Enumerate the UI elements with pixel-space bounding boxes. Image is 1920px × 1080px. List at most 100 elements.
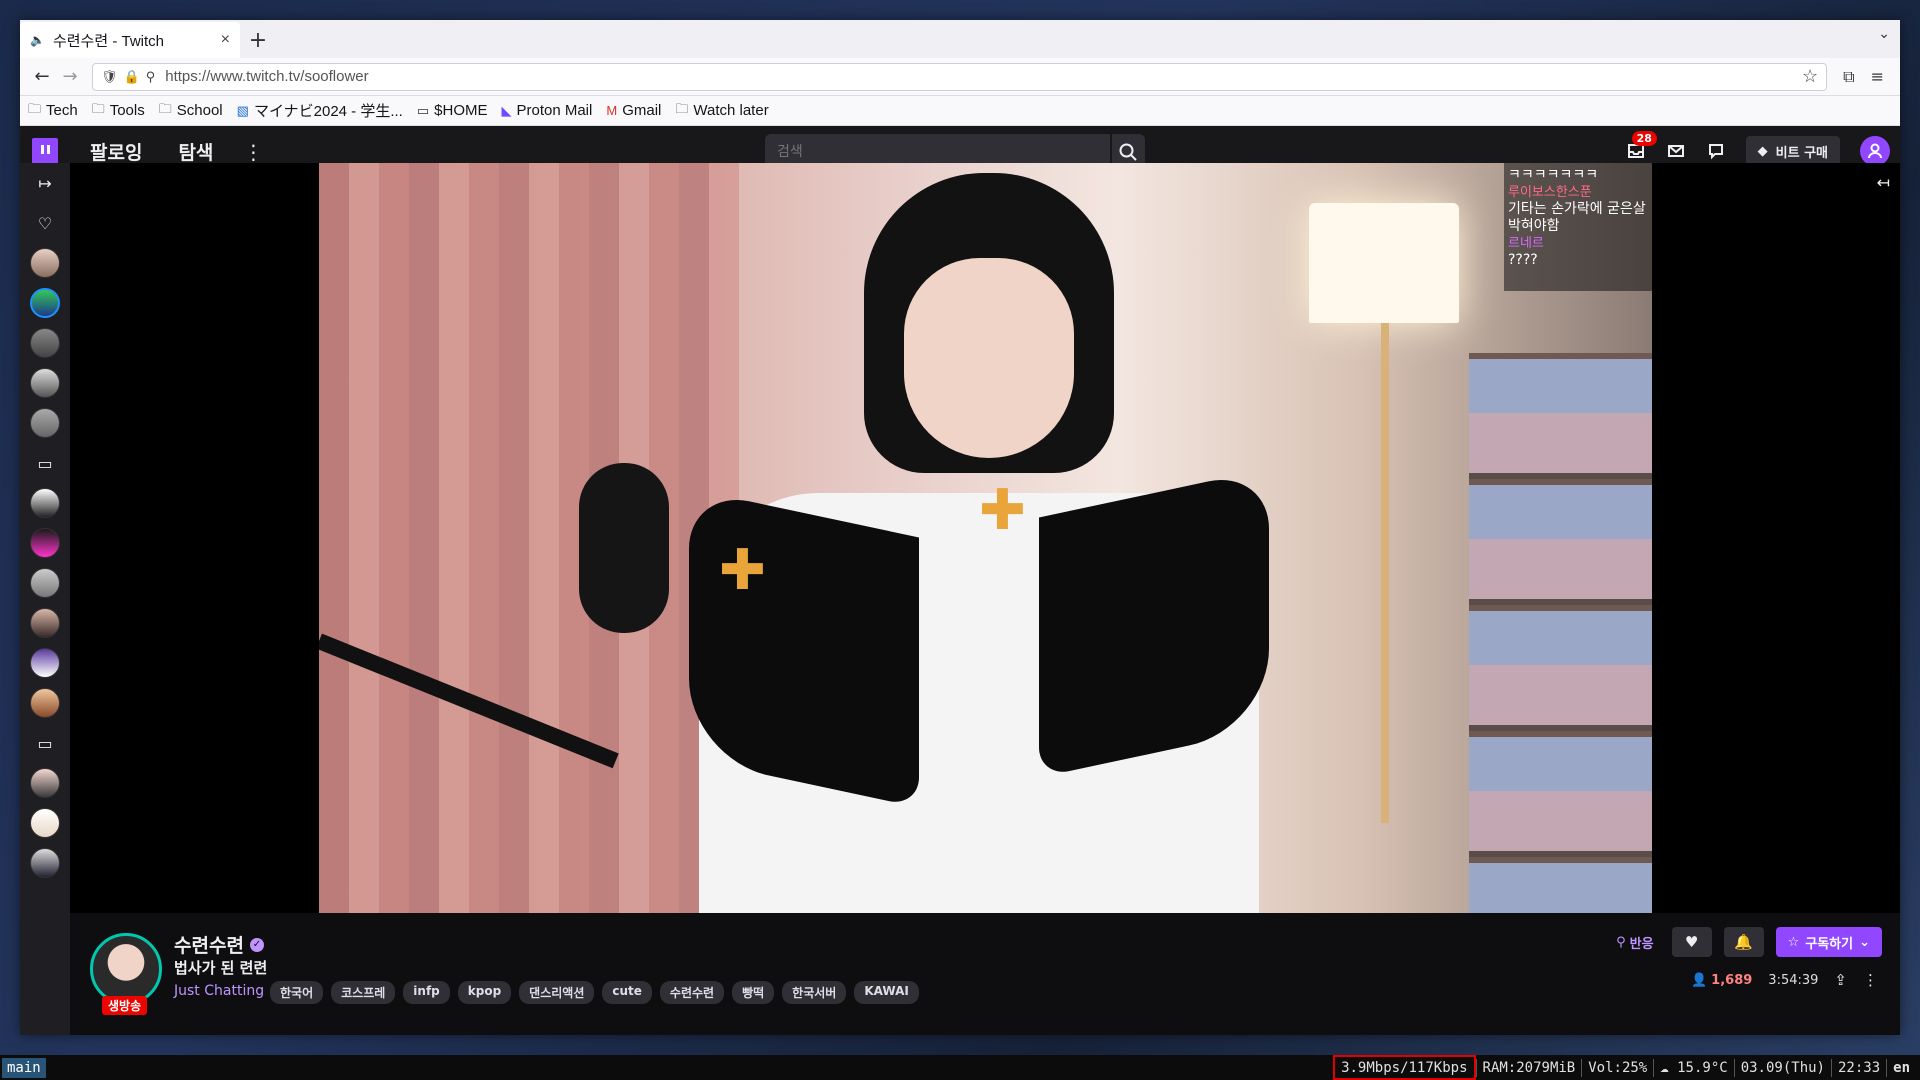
followed-channels-sidebar: ↦ ♡ ▭ ▭ — [20, 163, 70, 1035]
url-text[interactable]: https://www.twitch.tv/sooflower — [165, 68, 1802, 85]
chat-message: ???? — [1508, 252, 1538, 268]
page-icon: ▭ — [416, 102, 430, 118]
channel-avatar[interactable] — [30, 648, 60, 678]
collapse-chat-icon[interactable]: ↤ — [1877, 173, 1890, 192]
bookmark-watch-later[interactable]: 🗀 Watch later — [675, 100, 768, 122]
tag[interactable]: 한국서버 — [782, 981, 847, 1004]
stream-video[interactable]: ✚ ✚ ㅋㅋㅋㅋㅋㅋㅋ 루이보스한스푼 기타는 손가락에 굳은살 박혀야함 르네… — [319, 163, 1652, 913]
stream-category[interactable]: Just Chatting — [174, 983, 264, 999]
network-speed: 3.9Mbps/117Kbps — [1333, 1055, 1476, 1080]
channel-avatar[interactable] — [30, 688, 60, 718]
user-avatar[interactable] — [1860, 136, 1890, 166]
bookmark-tech[interactable]: 🗀 Tech — [28, 100, 78, 122]
extensions-icon[interactable]: ⧉ — [1843, 67, 1854, 87]
tag[interactable]: 빵떡 — [732, 981, 775, 1004]
tag[interactable]: 코스프레 — [331, 981, 396, 1004]
subscribe-button[interactable]: ☆ 구독하기 ⌄ — [1775, 927, 1882, 957]
channel-info-bar: 생방송 수련수련 ✓ 법사가 된 련련 Just Chatting 한국어 코스… — [70, 913, 1900, 1035]
url-bar[interactable]: 🛡 🔒 ⚲ https://www.twitch.tv/sooflower ☆ — [92, 62, 1828, 91]
channel-avatar[interactable] — [30, 848, 60, 878]
user-icon — [1868, 143, 1882, 159]
bookmark-home[interactable]: ▭ $HOME — [417, 102, 488, 119]
menu-icon[interactable]: ≡ — [1871, 67, 1884, 87]
tab-close-button[interactable]: × — [221, 31, 230, 49]
share-icon[interactable]: ⇪ — [1834, 971, 1847, 989]
cloud-icon: ☁ — [1660, 1059, 1678, 1076]
bookmark-tools[interactable]: 🗀 Tools — [92, 100, 145, 122]
more-options-icon[interactable]: ⋮ — [243, 140, 263, 164]
channel-actions: ⚲ 반응 ♥ 🔔 ☆ 구독하기 ⌄ — [1610, 927, 1882, 957]
react-button[interactable]: ⚲ 반응 — [1610, 933, 1659, 952]
workspace-indicator[interactable]: main — [2, 1057, 46, 1078]
tag[interactable]: 수련수련 — [659, 981, 725, 1004]
figure-shelf — [1469, 353, 1652, 913]
channel-avatar[interactable] — [30, 808, 60, 838]
proton-icon: ◣ — [501, 102, 512, 118]
react-label: 반응 — [1629, 936, 1654, 952]
twitch-logo-icon[interactable] — [32, 137, 58, 166]
mynavi-icon: ▧ — [236, 102, 249, 118]
shield-icon[interactable]: 🛡 — [101, 69, 118, 85]
channel-avatar-large[interactable] — [90, 933, 162, 1005]
back-button[interactable]: ← — [28, 66, 56, 87]
permissions-icon[interactable]: ⚲ — [146, 69, 156, 85]
tag[interactable]: cute — [602, 981, 652, 1004]
more-options-icon[interactable]: ⋮ — [1863, 971, 1878, 989]
speaker-icon[interactable]: 🔈 — [30, 33, 45, 47]
tag-list: 한국어 코스프레 infp kpop 댄스리액션 cute 수련수련 빵떡 한국… — [270, 981, 919, 1004]
channel-avatar[interactable] — [30, 768, 60, 798]
bookmark-proton[interactable]: ◣ Proton Mail — [501, 102, 592, 119]
tab-list-icon[interactable]: ⌄ — [1878, 26, 1890, 42]
channel-name[interactable]: 수련수련 — [174, 931, 244, 958]
bookmark-mynavi[interactable]: ▧ マイナビ2024 - 学生... — [237, 100, 403, 121]
clock: 22:33 — [1830, 1058, 1886, 1077]
bookmark-school[interactable]: 🗀 School — [159, 100, 223, 122]
verified-icon: ✓ — [249, 937, 264, 952]
channel-name-row: 수련수련 ✓ — [174, 931, 264, 958]
channel-avatar[interactable] — [30, 568, 60, 598]
viewer-count: 👤 1,689 — [1691, 973, 1752, 988]
chat-overlay: ㅋㅋㅋㅋㅋㅋㅋ 루이보스한스푼 기타는 손가락에 굳은살 박혀야함 르네르 ??… — [1504, 163, 1652, 291]
bookmark-star-icon[interactable]: ☆ — [1802, 66, 1818, 87]
tag[interactable]: 한국어 — [270, 981, 324, 1004]
forward-button[interactable]: → — [56, 66, 84, 87]
channel-avatar[interactable] — [30, 328, 60, 358]
notifications-button[interactable]: 28 — [1626, 131, 1657, 161]
channel-avatar[interactable] — [30, 528, 60, 558]
channel-avatar[interactable] — [30, 608, 60, 638]
tag[interactable]: kpop — [457, 981, 512, 1004]
browser-window: 🔈 수련수련 - Twitch × + ⌄ ← → 🛡 🔒 ⚲ https://… — [20, 20, 1900, 1035]
background-curtain — [319, 163, 739, 913]
bookmark-label: Tech — [46, 102, 78, 119]
notification-bell-button[interactable]: 🔔 — [1723, 927, 1764, 957]
new-tab-button[interactable]: + — [240, 22, 276, 58]
lock-icon[interactable]: 🔒 — [124, 69, 140, 85]
date: 03.09(Thu) — [1733, 1058, 1831, 1077]
activity-button[interactable] — [1706, 141, 1726, 161]
expand-sidebar-icon[interactable]: ↦ — [38, 163, 51, 203]
whispers-button[interactable] — [1666, 141, 1686, 161]
channel-avatar[interactable] — [30, 408, 60, 438]
weather: ☁ 15.9°C — [1653, 1058, 1733, 1077]
channel-avatar[interactable] — [30, 368, 60, 398]
bell-icon: 🔔 — [1734, 933, 1753, 951]
channel-avatar[interactable] — [30, 488, 60, 518]
live-badge: 생방송 — [102, 996, 148, 1015]
stream-stats: 👤 1,689 3:54:39 ⇪ ⋮ — [1691, 971, 1878, 989]
folder-icon: 🗀 — [28, 100, 42, 116]
browser-tab[interactable]: 🔈 수련수련 - Twitch × — [20, 22, 240, 58]
tag[interactable]: 댄스리액션 — [519, 981, 595, 1004]
nav-browse[interactable]: 탐색 — [178, 138, 213, 165]
nav-following[interactable]: 팔로잉 — [90, 138, 142, 165]
bookmark-gmail[interactable]: M Gmail — [606, 102, 661, 119]
tag[interactable]: infp — [403, 981, 450, 1004]
follow-button[interactable]: ♥ — [1671, 927, 1712, 957]
chat-username: 루이보스한스푼 — [1508, 185, 1592, 200]
tag[interactable]: KAWAI — [854, 981, 919, 1004]
streamer-face — [904, 258, 1074, 458]
get-bits-button[interactable]: ◆ 비트 구매 — [1745, 136, 1840, 166]
channel-avatar[interactable] — [30, 288, 60, 318]
volume: Vol:25% — [1581, 1058, 1653, 1077]
video-player[interactable]: ✚ ✚ ㅋㅋㅋㅋㅋㅋㅋ 루이보스한스푼 기타는 손가락에 굳은살 박혀야함 르네… — [70, 163, 1900, 913]
channel-avatar[interactable] — [30, 248, 60, 278]
